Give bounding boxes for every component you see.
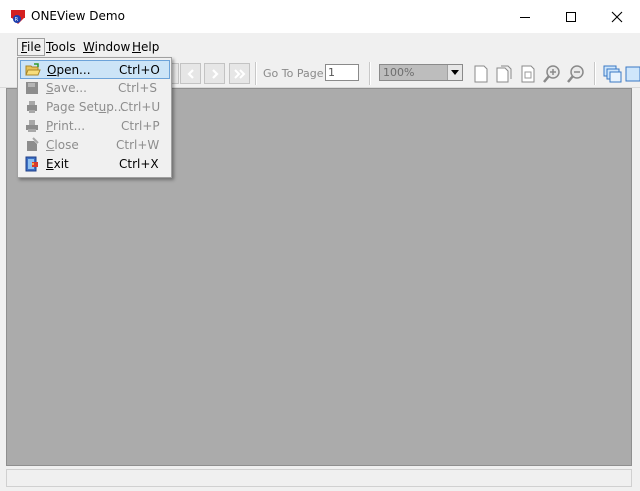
cascade-windows-icon[interactable] bbox=[602, 64, 622, 84]
menu-help-label: elp bbox=[141, 40, 160, 54]
menu-item-close[interactable]: Close Ctrl+W bbox=[20, 136, 170, 155]
menu-item-label: Save... bbox=[46, 81, 87, 95]
menu-help-mnemonic: H bbox=[132, 40, 142, 54]
minimize-button[interactable] bbox=[502, 0, 548, 33]
maximize-button[interactable] bbox=[548, 0, 594, 33]
menu-help[interactable]: Help bbox=[128, 38, 163, 56]
menu-item-shortcut: Ctrl+U bbox=[120, 100, 161, 114]
menu-tools[interactable]: Tools bbox=[42, 38, 80, 56]
tile-windows-icon[interactable] bbox=[624, 64, 640, 84]
previous-page-button[interactable] bbox=[180, 63, 201, 84]
print-icon bbox=[26, 120, 38, 132]
menu-bar: File Tools Window Help bbox=[0, 33, 640, 59]
next-page-button[interactable] bbox=[204, 63, 225, 84]
status-panel bbox=[6, 469, 632, 487]
minimize-icon bbox=[520, 16, 530, 18]
menu-file[interactable]: File bbox=[17, 38, 46, 56]
fit-page-icon[interactable] bbox=[518, 64, 538, 84]
title-bar[interactable]: R ONEView Demo bbox=[0, 0, 640, 33]
zoom-select[interactable]: 100% bbox=[379, 64, 463, 81]
last-page-button[interactable] bbox=[229, 63, 250, 84]
chevron-right-icon bbox=[211, 68, 219, 79]
toolbar-separator bbox=[369, 62, 371, 85]
exit-icon bbox=[25, 156, 38, 172]
maximize-icon bbox=[566, 11, 576, 22]
toolbar-separator bbox=[255, 62, 257, 85]
menu-item-shortcut: Ctrl+X bbox=[119, 157, 159, 171]
menu-item-shortcut: Ctrl+S bbox=[118, 81, 158, 95]
single-page-icon[interactable] bbox=[471, 64, 491, 84]
zoom-in-icon[interactable] bbox=[542, 64, 562, 84]
oneview-app-icon: R bbox=[11, 10, 25, 24]
window-title: ONEView Demo bbox=[31, 9, 125, 23]
status-bar bbox=[0, 466, 640, 491]
page-setup-icon bbox=[27, 101, 37, 113]
close-doc-icon bbox=[27, 137, 39, 151]
menu-item-print[interactable]: Print... Ctrl+P bbox=[20, 117, 170, 136]
goto-page-input[interactable]: 1 bbox=[325, 64, 359, 81]
menu-window-label: indow bbox=[94, 40, 131, 54]
facing-pages-icon[interactable] bbox=[494, 64, 514, 84]
chevron-left-icon bbox=[186, 68, 194, 79]
zoom-out-icon[interactable] bbox=[566, 64, 586, 84]
menu-item-label: Page Setup... bbox=[46, 100, 126, 114]
close-icon bbox=[611, 11, 623, 22]
menu-file-label: ile bbox=[27, 40, 42, 54]
menu-item-label: Exit bbox=[46, 157, 69, 171]
zoom-value: 100% bbox=[383, 66, 415, 79]
menu-item-shortcut: Ctrl+O bbox=[119, 63, 160, 77]
save-icon bbox=[26, 82, 38, 94]
menu-item-open[interactable]: Open... Ctrl+O bbox=[20, 60, 170, 79]
menu-window[interactable]: Window bbox=[79, 38, 134, 56]
menu-item-label: Close bbox=[46, 138, 79, 152]
svg-text:R: R bbox=[15, 17, 19, 23]
menu-window-mnemonic: W bbox=[83, 40, 95, 54]
menu-item-shortcut: Ctrl+W bbox=[116, 138, 160, 152]
menu-item-save[interactable]: Save... Ctrl+S bbox=[20, 79, 170, 98]
goto-page-label: Go To Page bbox=[263, 67, 324, 80]
double-chevron-right-icon bbox=[233, 68, 245, 79]
menu-item-page-setup[interactable]: Page Setup... Ctrl+U bbox=[20, 98, 170, 117]
menu-item-exit[interactable]: Exit Ctrl+X bbox=[20, 155, 170, 174]
toolbar-separator bbox=[594, 62, 596, 85]
open-folder-icon bbox=[25, 63, 41, 76]
menu-item-label: Print... bbox=[46, 119, 86, 133]
file-menu-dropdown: Open... Ctrl+O Save... Ctrl+S Page Setup… bbox=[17, 57, 172, 178]
menu-item-label: Open... bbox=[47, 63, 91, 77]
close-window-button[interactable] bbox=[594, 0, 640, 33]
menu-item-shortcut: Ctrl+P bbox=[121, 119, 160, 133]
dropdown-arrow-icon[interactable] bbox=[447, 65, 462, 80]
menu-tools-label: ools bbox=[51, 40, 76, 54]
app-window: R ONEView Demo File Tools Window Help Go… bbox=[0, 0, 640, 491]
